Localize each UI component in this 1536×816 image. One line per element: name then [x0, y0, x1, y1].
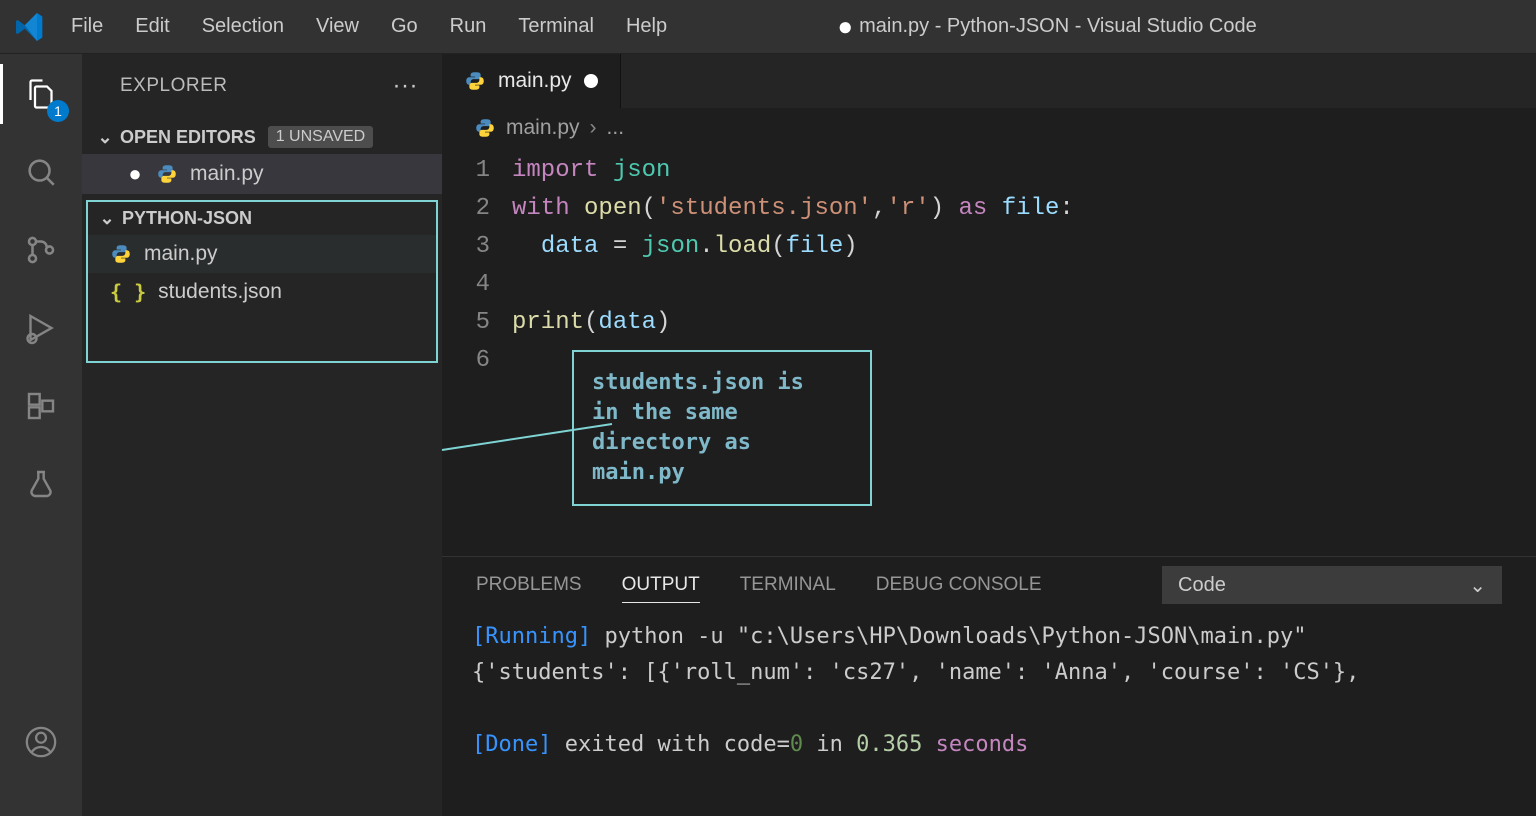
chevron-down-icon: ⌄ — [96, 127, 114, 148]
file-name: main.py — [144, 242, 218, 266]
breadcrumb[interactable]: main.py › ... — [442, 108, 1536, 148]
panel-tab-debug[interactable]: DEBUG CONSOLE — [876, 568, 1042, 602]
run-debug-icon[interactable] — [17, 304, 65, 352]
tab-bar: main.py — [442, 54, 1536, 108]
open-editor-name: main.py — [190, 162, 264, 186]
file-main-py[interactable]: main.py — [88, 235, 436, 273]
source-control-icon[interactable] — [17, 226, 65, 274]
tab-label: main.py — [498, 69, 572, 93]
python-file-icon — [474, 117, 496, 139]
titlebar: File Edit Selection View Go Run Terminal… — [0, 0, 1536, 54]
window-title: ●main.py - Python-JSON - Visual Studio C… — [573, 11, 1521, 42]
annotation-connector — [442, 450, 622, 580]
project-header[interactable]: ⌄ PYTHON-JSON — [88, 202, 436, 235]
dirty-dot-icon: ● — [126, 161, 144, 187]
menu-file[interactable]: File — [65, 11, 109, 42]
panel-tab-terminal[interactable]: TERMINAL — [740, 568, 836, 602]
explorer-more-icon[interactable]: ··· — [393, 72, 418, 100]
chevron-down-icon: ⌄ — [98, 208, 116, 229]
testing-icon[interactable] — [17, 460, 65, 508]
menu-edit[interactable]: Edit — [129, 11, 175, 42]
python-file-icon — [110, 243, 132, 265]
explorer-sidebar: EXPLORER ··· ⌄ OPEN EDITORS 1 UNSAVED ● … — [82, 54, 442, 816]
output-content[interactable]: [Running] python -u "c:\Users\HP\Downloa… — [442, 613, 1536, 816]
python-file-icon — [156, 163, 178, 185]
chevron-down-icon: ⌄ — [1469, 573, 1486, 598]
breadcrumb-rest: ... — [607, 116, 625, 140]
file-students-json[interactable]: { } students.json — [88, 273, 436, 311]
open-editor-item[interactable]: ● main.py — [82, 154, 442, 194]
menu-view[interactable]: View — [310, 11, 365, 42]
dirty-dot-icon: ● — [837, 11, 853, 41]
menu-go[interactable]: Go — [385, 11, 424, 42]
search-icon[interactable] — [17, 148, 65, 196]
open-editors-label: OPEN EDITORS — [120, 127, 256, 148]
open-editors-section[interactable]: ⌄ OPEN EDITORS 1 UNSAVED — [82, 120, 442, 154]
chevron-right-icon: › — [590, 116, 597, 140]
accounts-icon[interactable] — [17, 718, 65, 766]
menu-selection[interactable]: Selection — [196, 11, 290, 42]
explorer-icon[interactable]: 1 — [17, 70, 65, 118]
unsaved-badge: 1 UNSAVED — [268, 126, 374, 148]
tab-main-py[interactable]: main.py — [442, 54, 621, 108]
panel-tab-output[interactable]: OUTPUT — [622, 568, 700, 603]
breadcrumb-file: main.py — [506, 116, 580, 140]
menu-run[interactable]: Run — [444, 11, 493, 42]
explorer-title: EXPLORER — [120, 75, 227, 97]
project-name: PYTHON-JSON — [122, 208, 252, 229]
dirty-indicator-icon — [584, 74, 598, 88]
activity-bar: 1 — [0, 54, 82, 816]
extensions-icon[interactable] — [17, 382, 65, 430]
project-section: ⌄ PYTHON-JSON main.py { } students.json — [86, 200, 438, 363]
editor-area: main.py main.py › ... 1 2 3 4 5 6 import… — [442, 54, 1536, 816]
python-file-icon — [464, 70, 486, 92]
explorer-header: EXPLORER ··· — [82, 72, 442, 120]
bottom-panel: PROBLEMS OUTPUT TERMINAL DEBUG CONSOLE C… — [442, 556, 1536, 816]
output-channel-select[interactable]: Code ⌄ — [1162, 566, 1502, 604]
select-value: Code — [1178, 574, 1226, 597]
explorer-badge: 1 — [47, 100, 69, 122]
file-name: students.json — [158, 280, 282, 304]
vscode-logo-icon — [15, 12, 45, 42]
json-file-icon: { } — [110, 280, 146, 304]
